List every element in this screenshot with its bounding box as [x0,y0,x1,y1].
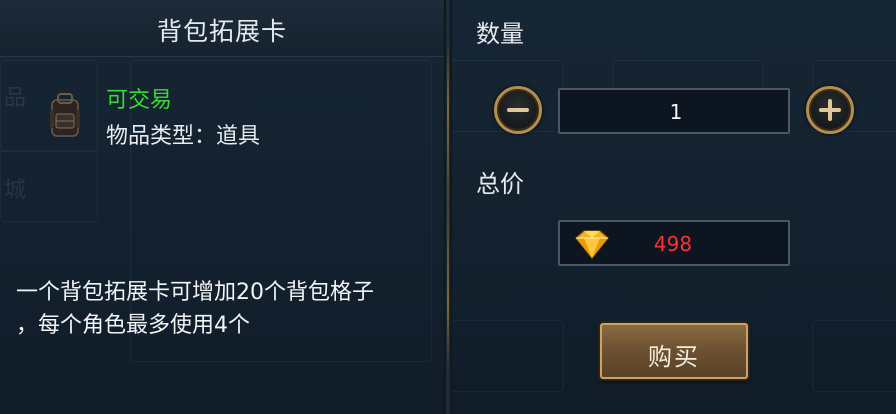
quantity-label: 数量 [476,20,524,48]
increase-quantity-button[interactable] [806,86,854,134]
item-description: 一个背包拓展卡可增加20个背包格子 ，每个角色最多使用4个 [16,276,436,342]
tradeable-status: 可交易 [106,88,173,113]
background-ghost [0,150,98,222]
quantity-field[interactable] [558,88,792,134]
backpack-icon [48,92,82,140]
background-ghost [812,320,896,392]
description-line: ，每个角色最多使用4个 [16,313,250,338]
buy-button[interactable]: 购买 [600,323,748,379]
description-line: 一个背包拓展卡可增加20个背包格子 [16,280,374,305]
title-bar: 背包拓展卡 [0,0,444,57]
background-ghost [452,320,564,392]
panel-divider [444,0,452,414]
item-type: 物品类型：道具 [106,124,261,149]
buy-button-label: 购买 [648,343,700,371]
decrease-quantity-button[interactable] [494,86,542,134]
total-price-field: 498 [558,220,790,266]
item-info-panel: 品 城 背包拓展卡 可交易 物品类型：道具 一个背包拓展卡可增加20个背包格子 … [0,0,444,414]
total-price-label: 总价 [476,170,524,198]
item-title: 背包拓展卡 [156,17,287,46]
total-price-value: 498 [653,232,693,256]
quantity-input[interactable] [560,90,792,134]
gold-gem-icon [570,228,612,260]
